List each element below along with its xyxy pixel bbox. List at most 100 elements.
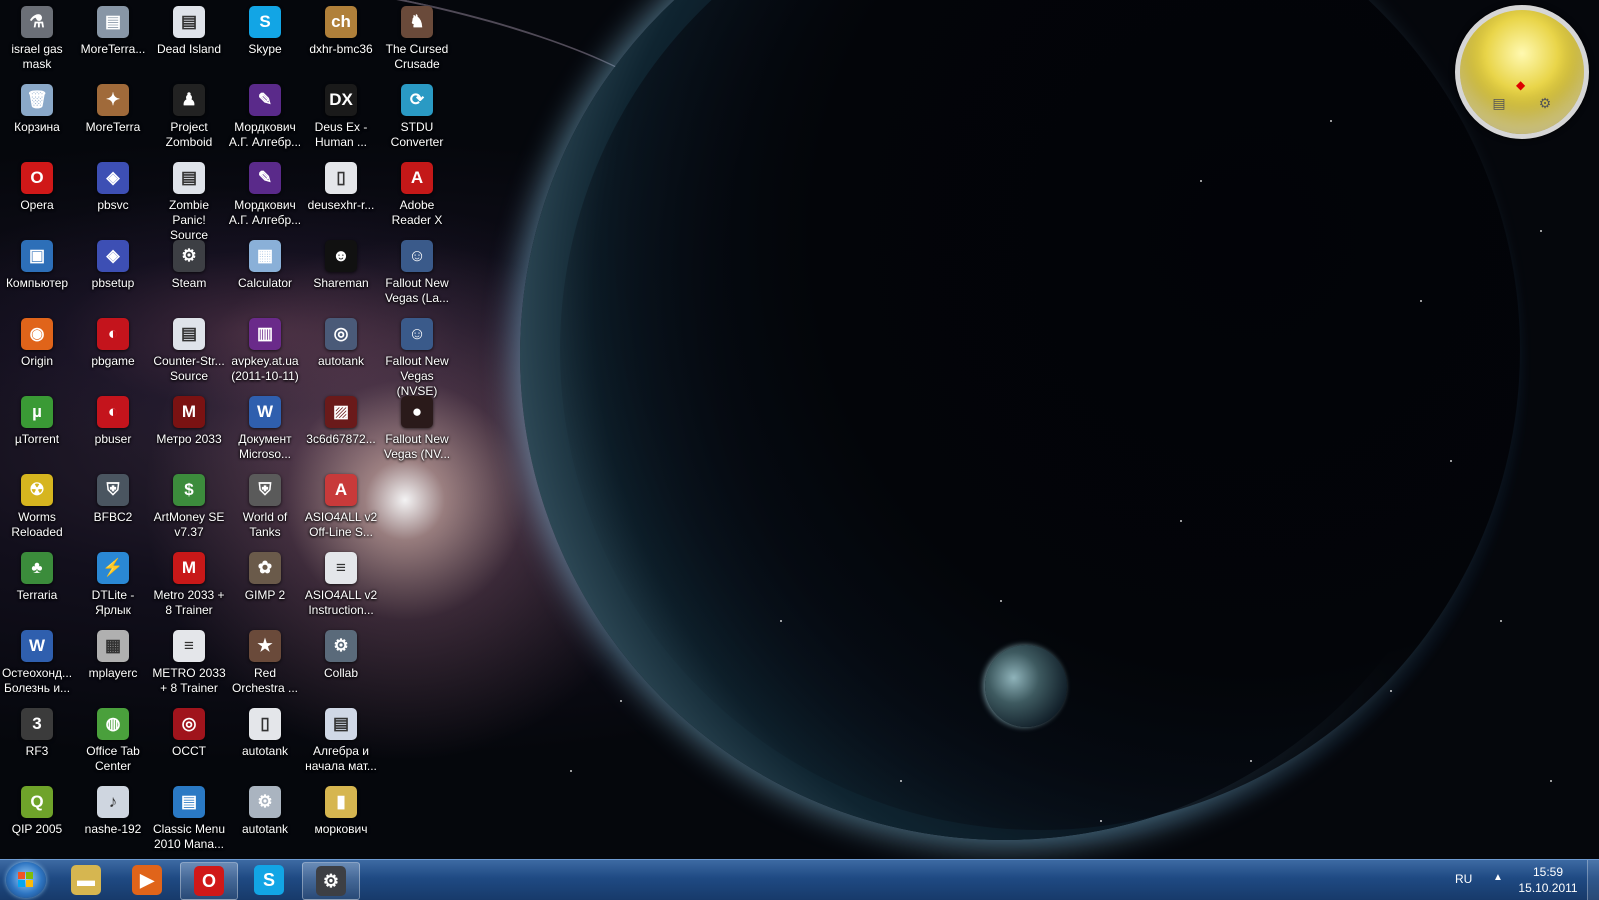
star	[1200, 180, 1202, 182]
language-indicator[interactable]: RU	[1455, 872, 1472, 886]
desktop-shortcut[interactable]: W Документ Microso...	[228, 392, 302, 468]
shortcut-label: autotank	[317, 354, 365, 368]
desktop-shortcut[interactable]: ◎ OCCT	[152, 704, 226, 780]
shortcut-label: deusexhr-r...	[307, 198, 375, 212]
desktop-shortcut[interactable]: µ µTorrent	[0, 392, 74, 468]
desktop-shortcut[interactable]: ⟳ STDU Converter	[380, 80, 454, 156]
moon	[985, 645, 1067, 727]
desktop-shortcut[interactable]: 🗑 Корзина	[0, 80, 74, 156]
desktop-shortcut[interactable]: ⛨ World of Tanks	[228, 470, 302, 546]
shortcut-label: DTLite - Ярлык	[91, 588, 135, 617]
desktop-shortcut[interactable]: ♟ Project Zomboid	[152, 80, 226, 156]
desktop-shortcut[interactable]: ✎ Мордкович А.Г. Алгебр...	[228, 80, 302, 156]
desktop-shortcut[interactable]: ◍ Office Tab Center	[76, 704, 150, 780]
desktop-shortcut[interactable]: ⚡ DTLite - Ярлык	[76, 548, 150, 624]
desktop-shortcut[interactable]: W Остеохонд... Болезнь и...	[0, 626, 74, 702]
desktop-shortcut[interactable]: ▣ Компьютер	[0, 236, 74, 312]
desktop-shortcut[interactable]: ☺ Fallout New Vegas (La...	[380, 236, 454, 312]
desktop-shortcut[interactable]: S Skype	[228, 2, 302, 78]
desktop-wallpaper[interactable]: ⚗ israel gas mask 🗑 Корзина O Opera ▣ Компьютер…	[0, 0, 1599, 859]
desktop-shortcut[interactable]: ✦ MoreTerra	[76, 80, 150, 156]
desktop-shortcut[interactable]: ▤ Dead Island	[152, 2, 226, 78]
desktop-shortcut[interactable]: ◐ pbgame	[76, 314, 150, 390]
desktop-shortcut[interactable]: A ASIO4ALL v2 Off-Line S...	[304, 470, 378, 546]
occt-icon: ◎	[173, 708, 205, 740]
desktop-shortcut[interactable]: ▤ Алгебра и начала мат...	[304, 704, 378, 780]
desktop-shortcut[interactable]: ◈ pbsetup	[76, 236, 150, 312]
desktop-shortcut[interactable]: O Opera	[0, 158, 74, 234]
desktop-shortcut[interactable]: ● Fallout New Vegas (NV...	[380, 392, 454, 468]
desktop-shortcut[interactable]: ☻ Shareman	[304, 236, 378, 312]
desktop-shortcut[interactable]: ⚙ Steam	[152, 236, 226, 312]
desktop-shortcut[interactable]: ♣ Terraria	[0, 548, 74, 624]
dxhr-icon: ch	[325, 6, 357, 38]
desktop-shortcut[interactable]: ▯ deusexhr-r...	[304, 158, 378, 234]
desktop-shortcut[interactable]: ▤ MoreTerra...	[76, 2, 150, 78]
word-doc-icon: W	[21, 630, 53, 662]
desktop-shortcut[interactable]: ◈ pbsvc	[76, 158, 150, 234]
desktop-shortcut[interactable]: ▥ avpkey.at.ua (2011-10-11)	[228, 314, 302, 390]
start-button[interactable]	[6, 862, 46, 898]
desktop-shortcut[interactable]: ♪ nashe-192	[76, 782, 150, 858]
cursed-crusade-icon: ♞	[401, 6, 433, 38]
desktop-shortcut[interactable]: ◎ autotank	[304, 314, 378, 390]
settings-file-icon: ⚙	[249, 786, 281, 818]
qip-icon: Q	[21, 786, 53, 818]
taskbar-app-steam[interactable]: ⚙	[302, 862, 360, 900]
taskbar-app-explorer[interactable]: ▬	[58, 862, 114, 898]
desktop-shortcut[interactable]: ≡ ASIO4ALL v2 Instruction...	[304, 548, 378, 624]
shortcut-label: METRO 2033 + 8 Trainer	[152, 666, 226, 695]
desktop-shortcut[interactable]: ▨ 3c6d67872...	[304, 392, 378, 468]
desktop-shortcut[interactable]: ▤ Classic Menu 2010 Mana...	[152, 782, 226, 858]
shortcut-icon: ⚗	[21, 6, 53, 38]
mplayer-icon: ▦	[97, 630, 129, 662]
origin-icon: ◉	[21, 318, 53, 350]
desktop-shortcut[interactable]: ◐ pbuser	[76, 392, 150, 468]
taskbar-app-skype[interactable]: S	[241, 862, 297, 898]
desktop-shortcut[interactable]: ✿ GIMP 2	[228, 548, 302, 624]
desktop-shortcut[interactable]: ◉ Origin	[0, 314, 74, 390]
desktop-shortcut[interactable]: ▤ Zombie Panic! Source	[152, 158, 226, 242]
desktop-shortcut[interactable]: ≡ METRO 2033 + 8 Trainer	[152, 626, 226, 702]
winrar-icon: ▥	[249, 318, 281, 350]
media-player-icon: ▶	[132, 865, 162, 895]
desktop-shortcut[interactable]: ▦ Calculator	[228, 236, 302, 312]
desktop-shortcut[interactable]: ⚙ autotank	[228, 782, 302, 858]
taskbar-app-opera[interactable]: O	[180, 862, 238, 900]
metro-2033-icon: M	[173, 396, 205, 428]
desktop-shortcut[interactable]: ⛨ BFBC2	[76, 470, 150, 546]
desktop-shortcut[interactable]: ▤ Counter-Str... Source	[152, 314, 226, 390]
desktop-shortcut[interactable]: ▮ моркович	[304, 782, 378, 858]
desktop-shortcut[interactable]: ☺ Fallout New Vegas (NVSE)	[380, 314, 454, 398]
punkbuster-icon: ◈	[97, 162, 129, 194]
gear-icon[interactable]: ⚙	[1536, 94, 1554, 112]
cpu-meter-gadget[interactable]: ◆ ▤ ⚙	[1455, 5, 1589, 139]
desktop-shortcut[interactable]: 3 RF3	[0, 704, 74, 780]
desktop-shortcut[interactable]: ch dxhr-bmc36	[304, 2, 378, 78]
desktop-shortcut[interactable]: ♞ The Cursed Crusade	[380, 2, 454, 78]
desktop-shortcut[interactable]: A Adobe Reader X	[380, 158, 454, 234]
desktop-shortcut[interactable]: ▯ autotank	[228, 704, 302, 780]
clock[interactable]: 15:59 15.10.2011	[1510, 864, 1586, 896]
desktop-shortcut[interactable]: ☢ Worms Reloaded	[0, 470, 74, 546]
fallout-icon: ☺	[401, 318, 433, 350]
desktop-shortcut[interactable]: M Metro 2033 + 8 Trainer	[152, 548, 226, 624]
desktop-shortcut[interactable]: ✎ Мордкович А.Г. Алгебр...	[228, 158, 302, 234]
desktop-shortcut[interactable]: M Метро 2033	[152, 392, 226, 468]
rf3-icon: 3	[21, 708, 53, 740]
desktop-shortcut[interactable]: Q QIP 2005	[0, 782, 74, 858]
desktop-shortcut[interactable]: ★ Red Orchestra ...	[228, 626, 302, 702]
text-file-icon: ≡	[325, 552, 357, 584]
desktop-shortcut[interactable]: ▦ mplayerc	[76, 626, 150, 702]
file-icon: ▯	[249, 708, 281, 740]
taskbar-app-media-player[interactable]: ▶	[119, 862, 175, 898]
desktop-shortcut[interactable]: ⚙ Collab	[304, 626, 378, 702]
desktop-shortcut[interactable]: DX Deus Ex - Human ...	[304, 80, 378, 156]
desktop-shortcut[interactable]: $ ArtMoney SE v7.37	[152, 470, 226, 546]
desktop-shortcut[interactable]: ⚗ israel gas mask	[0, 2, 74, 78]
show-hidden-icons-icon[interactable]: ▲	[1493, 872, 1503, 883]
show-desktop-button[interactable]	[1587, 860, 1599, 900]
stdu-converter-icon: ⟳	[401, 84, 433, 116]
shortcut-label: avpkey.at.ua (2011-10-11)	[231, 354, 299, 383]
document-icon[interactable]: ▤	[1490, 94, 1508, 112]
